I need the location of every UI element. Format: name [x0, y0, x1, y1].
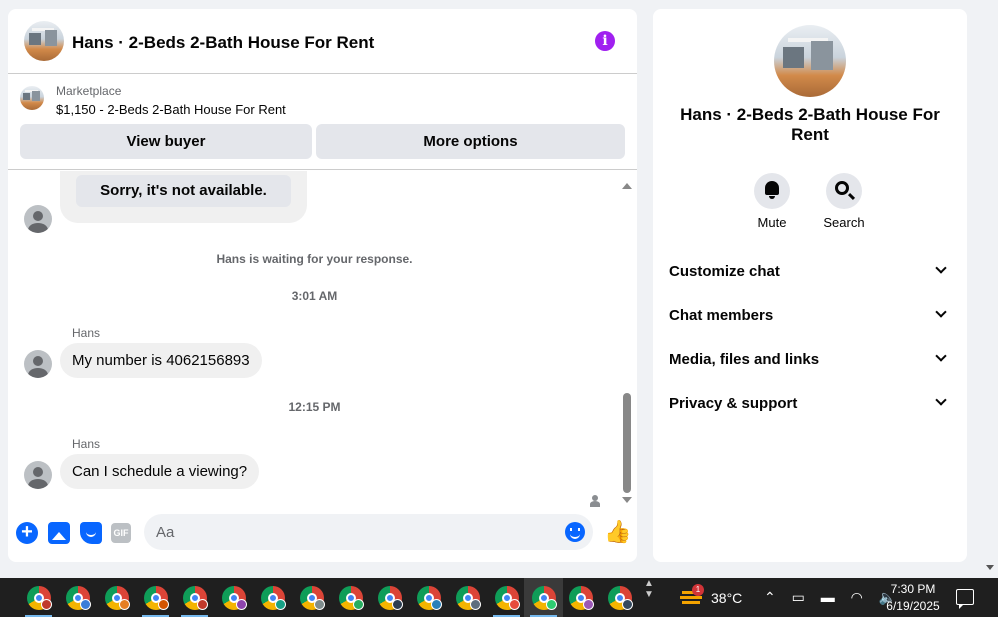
message-bubble[interactable]: My number is 4062156893 — [60, 343, 262, 378]
message-list: Sorry, it's not available. Hans is waiti… — [8, 171, 637, 509]
search-button[interactable]: Search — [814, 173, 874, 230]
waiting-notice: Hans is waiting for your response. — [216, 252, 413, 266]
view-buyer-button[interactable]: View buyer — [20, 124, 312, 159]
sender-name: Hans — [72, 437, 101, 451]
profile-badge-icon — [470, 599, 481, 610]
scroll-down-arrow-icon[interactable] — [622, 497, 632, 503]
bell-icon[interactable] — [754, 173, 790, 209]
taskbar-chrome-window[interactable] — [19, 578, 58, 617]
avatar[interactable] — [24, 461, 52, 489]
taskbar-chrome-window[interactable] — [253, 578, 292, 617]
section-chat-members[interactable]: Chat members — [669, 299, 951, 331]
section-label: Media, files and links — [669, 351, 820, 368]
taskbar-chrome-window[interactable] — [600, 578, 639, 617]
section-label: Chat members — [669, 307, 774, 324]
profile-badge-icon — [275, 599, 286, 610]
profile-badge-icon — [314, 599, 325, 610]
sender-name: Hans — [72, 326, 101, 340]
taskbar-chrome-window[interactable] — [214, 578, 253, 617]
timestamp: 3:01 AM — [291, 289, 338, 303]
emoji-icon[interactable] — [565, 522, 585, 542]
clock[interactable]: 7:30 PM 6/19/2025 — [878, 581, 948, 615]
message-input-placeholder: Aa — [156, 524, 175, 541]
search-label: Search — [823, 215, 865, 230]
taskbar-chrome-window[interactable] — [487, 578, 526, 617]
quick-reply-button[interactable]: Sorry, it's not available. — [76, 175, 291, 207]
profile-badge-icon — [546, 599, 557, 610]
taskbar-chrome-window[interactable] — [97, 578, 136, 617]
scrollbar-thumb[interactable] — [623, 393, 631, 493]
profile-badge-icon — [41, 599, 52, 610]
chat-title[interactable]: Hans · 2-Beds 2-Bath House For Rent — [72, 33, 374, 53]
chat-panel: Hans · 2-Beds 2-Bath House For Rent i Ma… — [8, 9, 637, 562]
taskbar-chrome-window[interactable] — [175, 578, 214, 617]
chat-header: Hans · 2-Beds 2-Bath House For Rent i — [8, 9, 637, 74]
photo-icon[interactable] — [48, 522, 70, 544]
message-input[interactable]: Aa — [144, 514, 593, 550]
section-label: Customize chat — [669, 263, 780, 280]
windows-taskbar: ▲ ▼ 1 38°C ⌃ ▭ ▬ ◠ 🔈 7:30 PM 6/19/2025 — [0, 578, 998, 617]
profile-badge-icon — [622, 599, 633, 610]
quick-reply-card: Sorry, it's not available. — [60, 171, 307, 223]
chevron-down-icon — [935, 306, 947, 318]
section-label: Privacy & support — [669, 395, 798, 412]
listing-price-title[interactable]: $1,150 - 2-Beds 2-Bath House For Rent — [56, 102, 286, 117]
chat-info-panel: Hans · 2-Beds 2-Bath House For Rent Mute… — [653, 9, 967, 562]
taskbar-scroll-arrows-icon[interactable]: ▲ ▼ — [642, 578, 656, 617]
temperature[interactable]: 38°C — [711, 590, 742, 606]
listing-large-thumbnail[interactable] — [774, 25, 846, 97]
profile-badge-icon — [353, 599, 364, 610]
taskbar-chrome-window[interactable] — [409, 578, 448, 617]
profile-badge-icon — [236, 599, 247, 610]
clock-date: 6/19/2025 — [886, 599, 940, 613]
chevron-down-icon — [935, 394, 947, 406]
search-icon[interactable] — [826, 173, 862, 209]
info-icon[interactable]: i — [595, 31, 615, 51]
section-media-files-links[interactable]: Media, files and links — [669, 343, 951, 375]
listing-thumbnail[interactable] — [24, 21, 64, 61]
sticker-icon[interactable] — [80, 522, 102, 544]
avatar[interactable] — [24, 205, 52, 233]
taskbar-chrome-window[interactable] — [136, 578, 175, 617]
profile-badge-icon — [392, 599, 403, 610]
plus-icon[interactable]: + — [16, 522, 38, 544]
chevron-down-icon — [935, 350, 947, 362]
info-panel-title: Hans · 2-Beds 2-Bath House For Rent — [680, 105, 940, 144]
section-privacy-support[interactable]: Privacy & support — [669, 387, 951, 419]
thumbs-up-icon[interactable]: 👍 — [604, 519, 631, 545]
marketplace-listing-bar: Marketplace $1,150 - 2-Beds 2-Bath House… — [8, 74, 637, 170]
taskbar-chrome-window[interactable] — [561, 578, 600, 617]
mute-label: Mute — [757, 215, 787, 230]
weather-badge: 1 — [692, 584, 704, 596]
taskbar-chrome-window[interactable] — [370, 578, 409, 617]
profile-badge-icon — [158, 599, 169, 610]
section-customize-chat[interactable]: Customize chat — [669, 255, 951, 287]
profile-badge-icon — [119, 599, 130, 610]
profile-badge-icon — [583, 599, 594, 610]
taskbar-chrome-window[interactable] — [448, 578, 487, 617]
taskbar-chrome-window-active[interactable] — [524, 578, 563, 617]
gif-icon[interactable]: GIF — [111, 523, 131, 543]
marketplace-label: Marketplace — [56, 84, 122, 98]
clock-time: 7:30 PM — [890, 582, 936, 596]
taskbar-chrome-window[interactable] — [58, 578, 97, 617]
listing-small-thumbnail[interactable] — [20, 86, 44, 110]
message-composer: + GIF Aa 👍 — [8, 509, 637, 562]
scroll-up-arrow-icon[interactable] — [622, 183, 632, 189]
page-scroll-down-arrow-icon[interactable] — [986, 565, 994, 570]
taskbar-chrome-window[interactable] — [331, 578, 370, 617]
notification-icon[interactable] — [956, 589, 974, 609]
avatar[interactable] — [24, 350, 52, 378]
seen-indicator-icon — [588, 493, 602, 507]
message-bubble[interactable]: Can I schedule a viewing? — [60, 454, 260, 489]
profile-badge-icon — [197, 599, 208, 610]
profile-badge-icon — [509, 599, 520, 610]
more-options-button[interactable]: More options — [316, 124, 625, 159]
profile-badge-icon — [431, 599, 442, 610]
timestamp: 12:15 PM — [288, 400, 341, 414]
mute-button[interactable]: Mute — [742, 173, 802, 230]
profile-badge-icon — [80, 599, 91, 610]
chevron-down-icon — [935, 262, 947, 274]
taskbar-chrome-window[interactable] — [292, 578, 331, 617]
